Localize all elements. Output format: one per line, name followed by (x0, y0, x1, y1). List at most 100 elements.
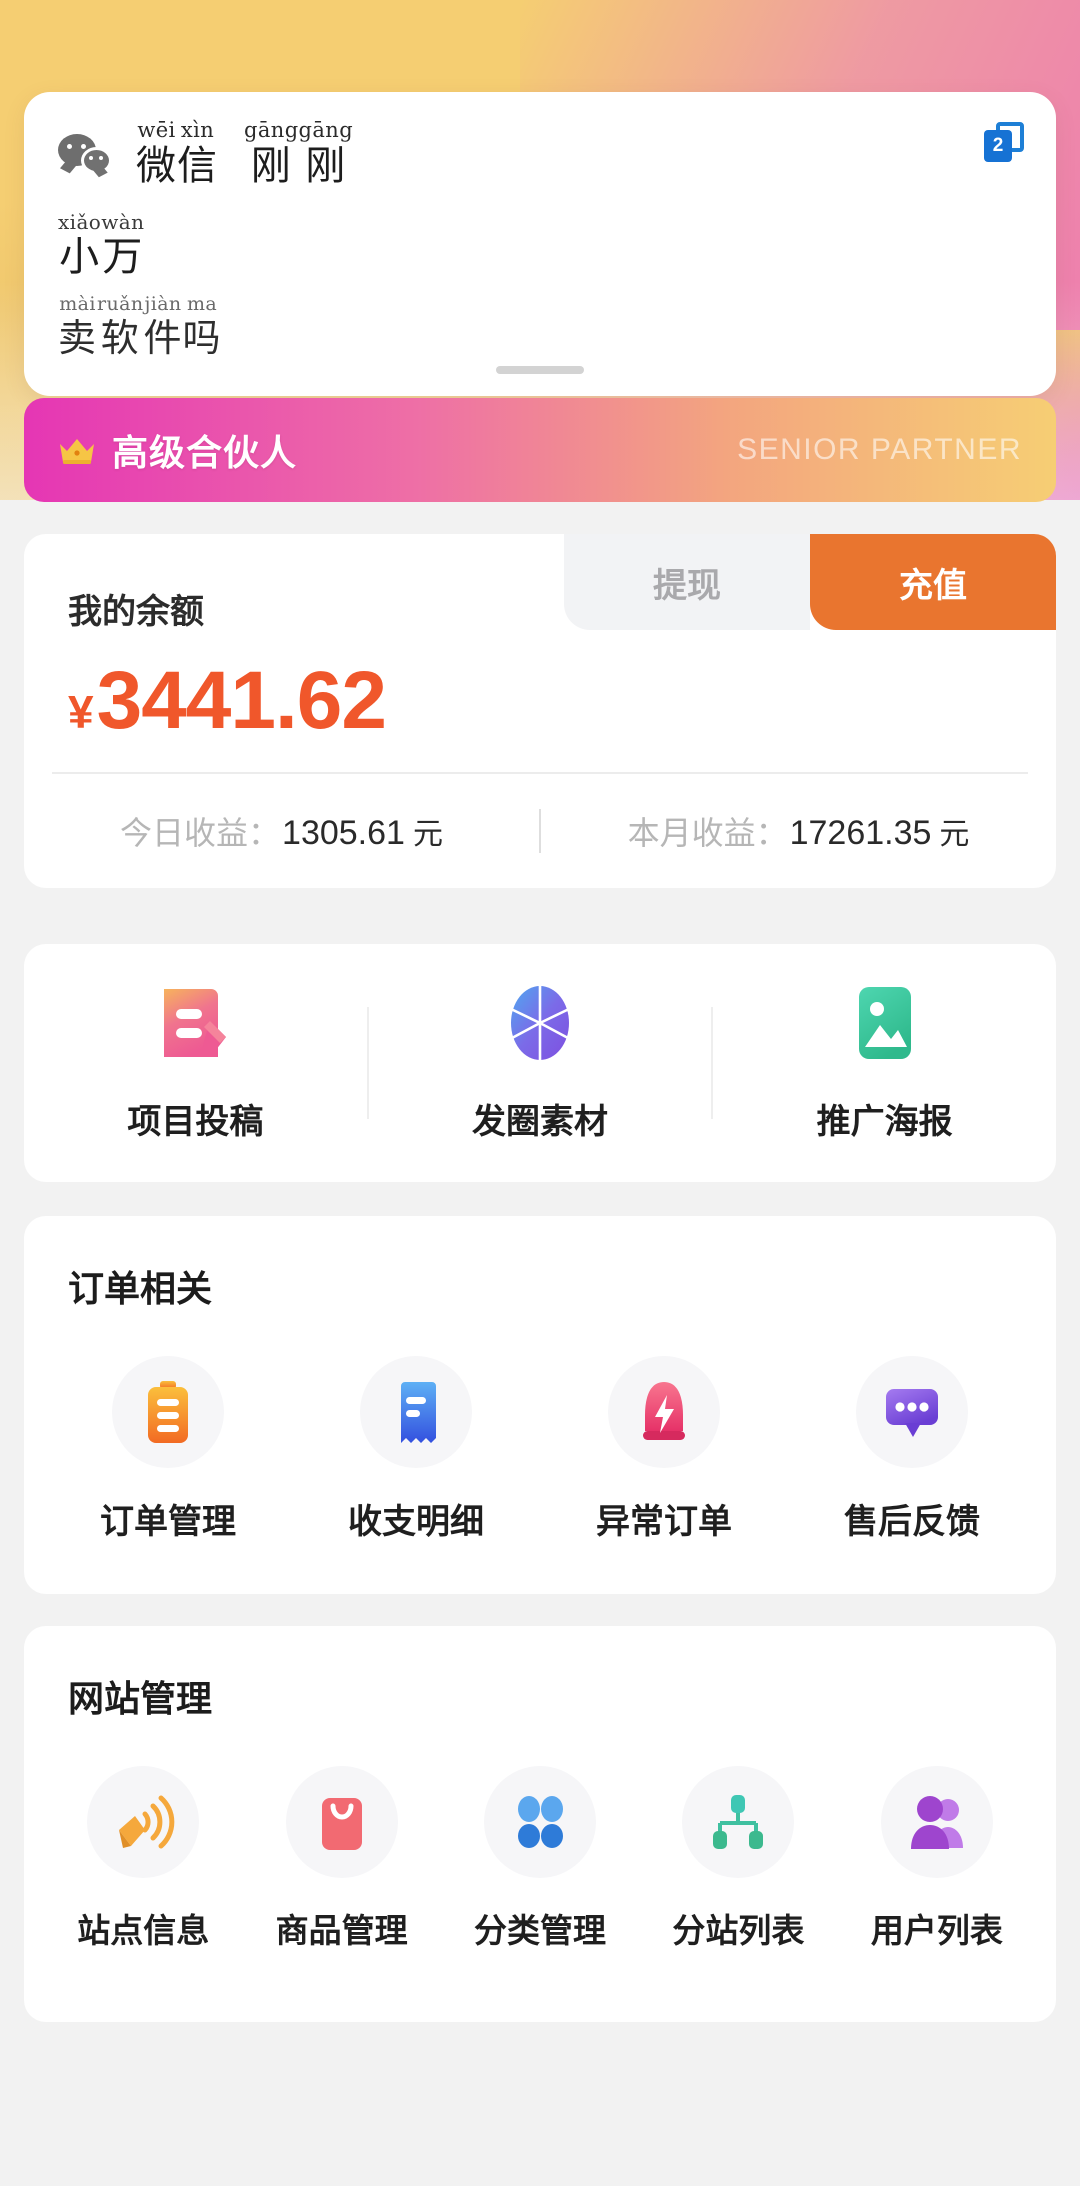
pinyin: xìn (180, 118, 215, 142)
orders-item-label: 异常订单 (596, 1503, 732, 1541)
pinyin: ruǎn (97, 293, 144, 315)
site-section-title: 网站管理 (68, 1678, 213, 1719)
hanzi: 件 (143, 316, 183, 360)
orders-item-after-sales-feedback[interactable]: 售后反馈 (788, 1356, 1036, 1543)
site-item-label: 用户列表 (870, 1912, 1003, 1949)
order-list-icon (112, 1356, 224, 1468)
hanzi: 刚 (305, 143, 347, 189)
ruby-char: wàn 万 (101, 212, 144, 277)
ruby-char: ma 吗 (182, 293, 222, 360)
site-item-label: 分类管理 (474, 1912, 607, 1949)
badge-count: 2 (984, 130, 1012, 162)
image-poster-icon (853, 983, 917, 1068)
orders-item-label: 订单管理 (100, 1503, 236, 1541)
users-icon (880, 1766, 993, 1878)
site-item-substation-list[interactable]: 分站列表 (639, 1766, 837, 1952)
pinyin: wàn (101, 210, 145, 234)
orders-item-income-detail[interactable]: 收支明细 (292, 1356, 540, 1543)
notification-message: mài 卖 ruǎn 软 jiàn 件 ma 吗 (58, 293, 1022, 360)
notification-header: wēi 微 xìn 信 gāng 刚 gāng 刚 (58, 120, 1022, 186)
crown-icon (58, 435, 96, 465)
site-item-category-management[interactable]: 分类管理 (441, 1766, 639, 1952)
ruby-char: gāng 刚 (244, 118, 299, 189)
orders-item-abnormal-order[interactable]: 异常订单 (540, 1356, 788, 1543)
hanzi: 小 (59, 234, 101, 280)
wechat-icon (58, 134, 112, 180)
hanzi: 软 (100, 316, 140, 360)
tab-withdraw[interactable]: 提现 (564, 534, 810, 630)
card-drag-handle[interactable] (496, 366, 584, 374)
orders-item-label: 收支明细 (348, 1503, 484, 1541)
pinyin: gāng (244, 118, 299, 142)
site-section-card: 网站管理 站点信息 商品管理 分类管理 分站列表 用户列表 (24, 1626, 1056, 2022)
partner-level-title: 高级合伙人 (112, 432, 298, 473)
today-earnings: 今日收益： 1305.61 元 (24, 808, 539, 854)
ruby-char: gāng 刚 (298, 118, 354, 189)
hanzi: 刚 (250, 143, 292, 189)
site-grid: 站点信息 商品管理 分类管理 分站列表 用户列表 (24, 1722, 1056, 1952)
hanzi: 卖 (58, 316, 98, 360)
tab-recharge[interactable]: 充值 (810, 534, 1056, 630)
today-earnings-label: 今日收益： (120, 815, 281, 851)
notification-title: wēi 微 xìn 信 gāng 刚 gāng 刚 (136, 118, 354, 189)
quick-action-label: 项目投稿 (127, 1103, 264, 1141)
pinyin: wēi (137, 118, 176, 142)
broadcast-icon (87, 1766, 200, 1878)
orders-section-title: 订单相关 (68, 1268, 213, 1309)
ruby-char: xìn 信 (177, 118, 218, 189)
hanzi: 万 (102, 234, 144, 280)
shopping-bag-icon (285, 1766, 398, 1878)
sitemap-icon (682, 1766, 795, 1878)
quick-actions-card: 项目投稿 发圈素材 推广海报 (24, 944, 1056, 1182)
hanzi: 信 (177, 143, 218, 189)
partner-level-banner[interactable]: 高级合伙人 SENIOR PARTNER (24, 398, 1056, 502)
pinyin: mài (59, 293, 96, 315)
month-earnings: 本月收益： 17261.35 元 (541, 808, 1056, 854)
quick-action-moments-material[interactable]: 发圈素材 (369, 983, 712, 1143)
ruby-char: jiàn 件 (143, 293, 183, 360)
balance-label: 我的余额 (68, 593, 204, 631)
site-item-label: 站点信息 (77, 1912, 210, 1949)
earnings-row: 今日收益： 1305.61 元 本月收益： 17261.35 元 (24, 774, 1056, 888)
pinyin: jiàn (144, 293, 182, 315)
ruby-char: mài 卖 (58, 293, 98, 360)
hanzi: 微 (136, 143, 177, 189)
receipt-icon (360, 1356, 472, 1468)
balance-tabs: 提现 充值 (564, 534, 1056, 630)
notification-sender: xiǎo 小 wàn 万 (58, 212, 1022, 277)
balance-card: 我的余额 提现 充值 ¥ 3441.62 今日收益： 1305.61 元 本月收… (24, 534, 1056, 888)
quick-action-promo-poster[interactable]: 推广海报 (713, 983, 1056, 1143)
today-earnings-unit: 元 (412, 818, 443, 851)
site-item-user-list[interactable]: 用户列表 (838, 1766, 1036, 1952)
orders-item-order-management[interactable]: 订单管理 (44, 1356, 292, 1543)
pinyin: xiǎo (58, 210, 102, 234)
month-earnings-label: 本月收益： (627, 815, 788, 851)
chat-dots-icon (856, 1356, 968, 1468)
ruby-char: wēi 微 (136, 118, 177, 189)
pinyin: ma (186, 293, 218, 315)
quick-action-label: 发圈素材 (472, 1103, 608, 1141)
notification-count-badge[interactable]: 2 (984, 122, 1024, 162)
site-item-site-info[interactable]: 站点信息 (44, 1766, 242, 1952)
ruby-char: xiǎo 小 (58, 212, 101, 277)
balance-amount: ¥ 3441.62 (68, 654, 387, 748)
hanzi: 吗 (182, 316, 222, 360)
document-edit-icon (158, 983, 232, 1068)
ruby-char: ruǎn 软 (97, 293, 144, 360)
month-earnings-unit: 元 (939, 818, 970, 851)
month-earnings-value: 17261.35 (789, 814, 932, 852)
currency-symbol: ¥ (68, 686, 94, 738)
balance-value: 3441.62 (96, 655, 387, 746)
orders-section-card: 订单相关 订单管理 收支明细 异常订单 售后反馈 (24, 1216, 1056, 1594)
partner-level-subtitle: SENIOR PARTNER (737, 433, 1022, 466)
site-item-label: 商品管理 (275, 1912, 408, 1949)
quick-action-submit-project[interactable]: 项目投稿 (24, 983, 367, 1143)
quick-action-label: 推广海报 (816, 1103, 953, 1141)
pinyin: gāng (298, 118, 354, 142)
site-item-label: 分站列表 (672, 1912, 805, 1949)
today-earnings-value: 1305.61 (282, 814, 405, 852)
orders-grid: 订单管理 收支明细 异常订单 售后反馈 (24, 1312, 1056, 1543)
orders-item-label: 售后反馈 (844, 1503, 980, 1541)
wechat-notification-card[interactable]: wēi 微 xìn 信 gāng 刚 gāng 刚 2 xiǎo 小 wàn 万… (24, 92, 1056, 396)
site-item-product-management[interactable]: 商品管理 (242, 1766, 440, 1952)
